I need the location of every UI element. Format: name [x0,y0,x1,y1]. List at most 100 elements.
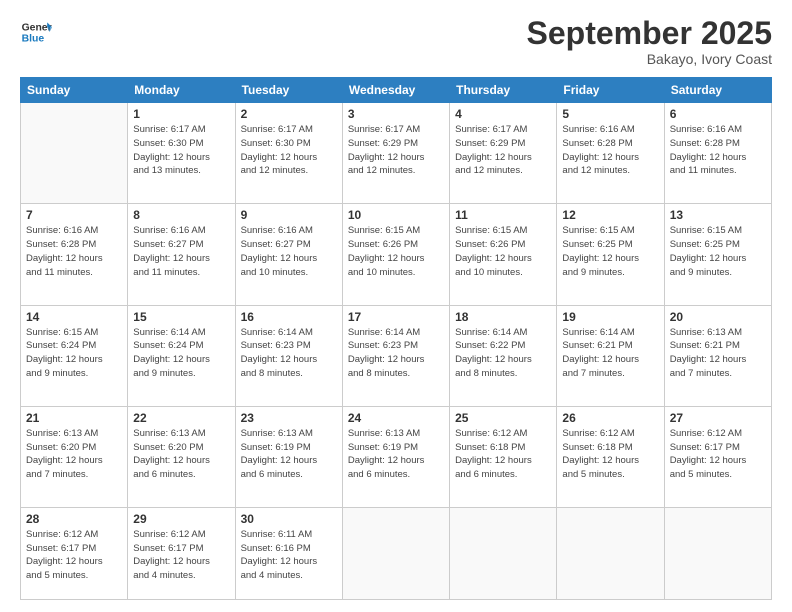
calendar-cell: 20 Sunrise: 6:13 AMSunset: 6:21 PMDayligh… [664,305,771,406]
calendar-cell: 25Sunrise: 6:12 AMSunset: 6:18 PMDayligh… [450,406,557,507]
day-number: 29 [133,512,229,526]
calendar-cell: 23 Sunrise: 6:13 AMSunset: 6:19 PMDayligh… [235,406,342,507]
day-number: 11 [455,208,551,222]
calendar-cell: 15 Sunrise: 6:14 AMSunset: 6:24 PMDayligh… [128,305,235,406]
day-number: 1 [133,107,229,121]
calendar-cell: 10 Sunrise: 6:15 AMSunset: 6:26 PMDayligh… [342,204,449,305]
day-info: Sunrise: 6:13 AMSunset: 6:19 PMDaylight:… [241,427,337,482]
header: General Blue September 2025 Bakayo, Ivor… [20,16,772,67]
calendar-cell: 2Sunrise: 6:17 AMSunset: 6:30 PMDaylight… [235,103,342,204]
day-number: 17 [348,310,444,324]
day-info: Sunrise: 6:16 AMSunset: 6:28 PMDaylight:… [562,123,658,178]
day-info: Sunrise: 6:16 AMSunset: 6:28 PMDaylight:… [26,224,122,279]
day-info: Sunrise: 6:11 AMSunset: 6:16 PMDaylight:… [241,528,337,583]
day-info: Sunrise: 6:14 AMSunset: 6:23 PMDaylight:… [348,326,444,381]
calendar-table: Sunday Monday Tuesday Wednesday Thursday… [20,77,772,600]
day-info: Sunrise: 6:15 AMSunset: 6:25 PMDaylight:… [670,224,766,279]
calendar-cell: 26 Sunrise: 6:12 AMSunset: 6:18 PMDayligh… [557,406,664,507]
day-info: Sunrise: 6:12 AMSunset: 6:17 PMDaylight:… [670,427,766,482]
day-info: Sunrise: 6:17 AMSunset: 6:29 PMDaylight:… [348,123,444,178]
day-number: 14 [26,310,122,324]
day-info: Sunrise: 6:14 AMSunset: 6:21 PMDaylight:… [562,326,658,381]
day-info: Sunrise: 6:14 AMSunset: 6:23 PMDaylight:… [241,326,337,381]
day-info: Sunrise: 6:13 AMSunset: 6:20 PMDaylight:… [26,427,122,482]
calendar-cell [21,103,128,204]
day-number: 21 [26,411,122,425]
day-number: 6 [670,107,766,121]
day-number: 10 [348,208,444,222]
day-number: 28 [26,512,122,526]
calendar-cell: 19 Sunrise: 6:14 AMSunset: 6:21 PMDayligh… [557,305,664,406]
day-number: 20 [670,310,766,324]
day-info: Sunrise: 6:13 AMSunset: 6:20 PMDaylight:… [133,427,229,482]
calendar-cell: 22Sunrise: 6:13 AMSunset: 6:20 PMDayligh… [128,406,235,507]
logo-icon: General Blue [20,16,52,48]
calendar-cell: 30 Sunrise: 6:11 AMSunset: 6:16 PMDayligh… [235,507,342,599]
day-number: 30 [241,512,337,526]
calendar-cell [664,507,771,599]
header-tuesday: Tuesday [235,78,342,103]
day-info: Sunrise: 6:12 AMSunset: 6:18 PMDaylight:… [455,427,551,482]
day-info: Sunrise: 6:12 AMSunset: 6:18 PMDaylight:… [562,427,658,482]
calendar-cell: 17 Sunrise: 6:14 AMSunset: 6:23 PMDayligh… [342,305,449,406]
day-number: 13 [670,208,766,222]
month-title: September 2025 [527,16,772,51]
day-info: Sunrise: 6:13 AMSunset: 6:21 PMDaylight:… [670,326,766,381]
day-number: 23 [241,411,337,425]
calendar-cell: 16 Sunrise: 6:14 AMSunset: 6:23 PMDayligh… [235,305,342,406]
day-number: 24 [348,411,444,425]
title-section: September 2025 Bakayo, Ivory Coast [527,16,772,67]
day-number: 8 [133,208,229,222]
calendar-cell: 24 Sunrise: 6:13 AMSunset: 6:19 PMDayligh… [342,406,449,507]
svg-text:Blue: Blue [22,34,45,45]
calendar-cell: 21 Sunrise: 6:13 AMSunset: 6:20 PMDayligh… [21,406,128,507]
day-info: Sunrise: 6:17 AMSunset: 6:29 PMDaylight:… [455,123,551,178]
day-info: Sunrise: 6:14 AMSunset: 6:24 PMDaylight:… [133,326,229,381]
day-info: Sunrise: 6:16 AMSunset: 6:27 PMDaylight:… [133,224,229,279]
day-info: Sunrise: 6:17 AMSunset: 6:30 PMDaylight:… [133,123,229,178]
calendar-cell [342,507,449,599]
header-saturday: Saturday [664,78,771,103]
calendar-cell [557,507,664,599]
day-number: 15 [133,310,229,324]
calendar-cell [450,507,557,599]
day-number: 26 [562,411,658,425]
day-info: Sunrise: 6:16 AMSunset: 6:28 PMDaylight:… [670,123,766,178]
day-info: Sunrise: 6:15 AMSunset: 6:26 PMDaylight:… [455,224,551,279]
calendar-cell: 7 Sunrise: 6:16 AMSunset: 6:28 PMDaylight… [21,204,128,305]
day-number: 7 [26,208,122,222]
calendar-cell: 11 Sunrise: 6:15 AMSunset: 6:26 PMDayligh… [450,204,557,305]
calendar-cell: 5 Sunrise: 6:16 AMSunset: 6:28 PMDaylight… [557,103,664,204]
day-info: Sunrise: 6:15 AMSunset: 6:26 PMDaylight:… [348,224,444,279]
day-number: 5 [562,107,658,121]
calendar-cell: 27 Sunrise: 6:12 AMSunset: 6:17 PMDayligh… [664,406,771,507]
day-info: Sunrise: 6:15 AMSunset: 6:25 PMDaylight:… [562,224,658,279]
header-monday: Monday [128,78,235,103]
day-info: Sunrise: 6:16 AMSunset: 6:27 PMDaylight:… [241,224,337,279]
page: General Blue September 2025 Bakayo, Ivor… [0,0,792,612]
day-number: 16 [241,310,337,324]
calendar-cell: 8 Sunrise: 6:16 AMSunset: 6:27 PMDaylight… [128,204,235,305]
calendar-cell: 13 Sunrise: 6:15 AMSunset: 6:25 PMDayligh… [664,204,771,305]
calendar-cell: 3Sunrise: 6:17 AMSunset: 6:29 PMDaylight… [342,103,449,204]
calendar-cell: 9Sunrise: 6:16 AMSunset: 6:27 PMDaylight… [235,204,342,305]
day-info: Sunrise: 6:14 AMSunset: 6:22 PMDaylight:… [455,326,551,381]
header-thursday: Thursday [450,78,557,103]
header-wednesday: Wednesday [342,78,449,103]
header-sunday: Sunday [21,78,128,103]
day-number: 2 [241,107,337,121]
location: Bakayo, Ivory Coast [527,51,772,67]
header-friday: Friday [557,78,664,103]
day-info: Sunrise: 6:12 AMSunset: 6:17 PMDaylight:… [133,528,229,583]
calendar-cell: 1 Sunrise: 6:17 AMSunset: 6:30 PMDaylight… [128,103,235,204]
calendar-cell: 12Sunrise: 6:15 AMSunset: 6:25 PMDayligh… [557,204,664,305]
day-number: 19 [562,310,658,324]
day-info: Sunrise: 6:15 AMSunset: 6:24 PMDaylight:… [26,326,122,381]
calendar-cell: 4 Sunrise: 6:17 AMSunset: 6:29 PMDaylight… [450,103,557,204]
day-info: Sunrise: 6:13 AMSunset: 6:19 PMDaylight:… [348,427,444,482]
day-number: 27 [670,411,766,425]
calendar-cell: 18 Sunrise: 6:14 AMSunset: 6:22 PMDayligh… [450,305,557,406]
logo: General Blue [20,16,52,48]
day-number: 4 [455,107,551,121]
day-number: 18 [455,310,551,324]
